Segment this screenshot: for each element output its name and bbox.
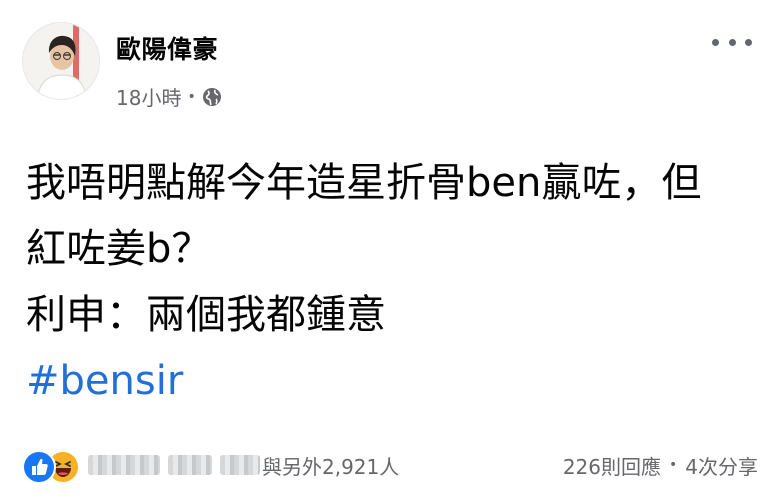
comments-count[interactable]: 226則回應 — [563, 451, 661, 480]
post-meta: 18小時 • — [116, 82, 222, 111]
more-dot — [728, 38, 736, 46]
engagement-stats: 226則回應 • 4次分享 — [563, 451, 758, 480]
blurred-name — [220, 455, 260, 475]
globe-icon — [202, 87, 222, 107]
more-dot — [745, 38, 752, 46]
reaction-count[interactable]: 與另外2,921人 — [262, 451, 399, 480]
post-text-line: 利申：兩個我都鍾意 — [26, 292, 386, 338]
post-text-line: 紅咗姜b？ — [26, 226, 212, 272]
more-options-icon[interactable] — [712, 30, 752, 54]
post-footer: 與另外2,921人 226則回應 • 4次分享 — [22, 445, 758, 485]
post-time[interactable]: 18小時 — [116, 82, 181, 111]
post-text: 我唔明點解今年造星折骨ben贏咗，但 紅咗姜b？ 利申：兩個我都鍾意 #bens… — [26, 150, 766, 414]
like-icon — [22, 450, 56, 484]
meta-separator: • — [187, 88, 196, 105]
more-dot — [712, 38, 719, 46]
blurred-name — [88, 455, 160, 475]
reaction-icons[interactable] — [22, 447, 80, 484]
blurred-name — [168, 455, 212, 475]
post-text-line: 我唔明點解今年造星折骨ben贏咗，但 — [26, 160, 702, 206]
hashtag-link[interactable]: #bensir — [26, 348, 766, 414]
post-header: 歐陽偉豪 18小時 • — [22, 22, 756, 110]
blurred-names — [88, 455, 260, 475]
shares-count[interactable]: 4次分享 — [685, 451, 758, 480]
avatar-image — [23, 23, 99, 99]
avatar[interactable] — [22, 22, 100, 100]
facebook-post: 歐陽偉豪 18小時 • 我唔明點解今年造星折骨ben贏咗，但 紅咗姜b？ 利申：… — [0, 0, 778, 501]
author-name[interactable]: 歐陽偉豪 — [116, 30, 218, 66]
stats-separator: • — [669, 457, 678, 473]
